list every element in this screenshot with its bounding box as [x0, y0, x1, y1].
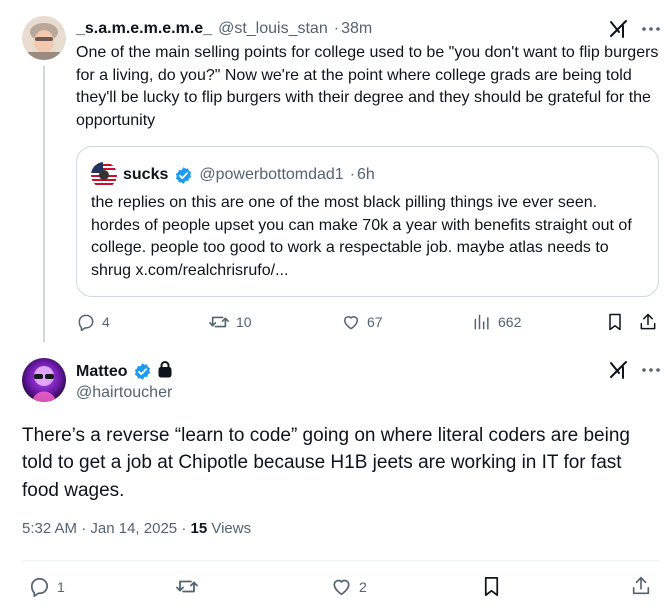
reply-button[interactable]: 4	[76, 312, 110, 332]
tweet-meta: 5:32 AM · Jan 14, 2025 · 15 Views	[22, 520, 251, 537]
repost-button[interactable]: 10	[208, 312, 252, 332]
quote-header: sucks @powerbottomdad1 · 6h	[91, 162, 375, 188]
more-icon[interactable]	[640, 18, 662, 40]
grok-icon[interactable]	[608, 359, 630, 381]
quoted-tweet-text: the replies on this are one of the most …	[91, 194, 632, 279]
bookmark-button[interactable]	[605, 312, 625, 332]
reply-count: 1	[57, 578, 65, 595]
reply-icon	[28, 575, 51, 598]
separator: ·	[181, 520, 187, 537]
handle: @powerbottomdad1	[199, 166, 344, 183]
views-icon	[472, 312, 492, 332]
like-icon	[341, 312, 361, 332]
divider	[22, 560, 659, 561]
timestamp: 6h	[357, 166, 375, 183]
reply-icon	[76, 312, 96, 332]
share-icon	[630, 575, 652, 597]
avatar	[91, 162, 117, 188]
repost-button[interactable]	[175, 575, 199, 598]
reply-button[interactable]: 1	[28, 575, 65, 598]
like-count: 67	[367, 314, 383, 330]
more-icon[interactable]	[640, 359, 662, 381]
repost-count: 10	[236, 314, 252, 330]
like-icon	[330, 575, 353, 598]
grok-icon[interactable]	[608, 18, 630, 40]
repost-icon	[175, 575, 199, 598]
display-name[interactable]: _s.a.m.e.m.e.m.e_	[76, 20, 212, 38]
tweet-text: There’s a reverse “learn to code” going …	[22, 425, 630, 501]
like-button[interactable]: 67	[341, 312, 383, 332]
tweet-text: One of the main selling points for colle…	[76, 44, 659, 129]
repost-icon	[208, 312, 230, 332]
bookmark-button[interactable]	[480, 575, 503, 598]
views-count: 662	[498, 314, 522, 330]
verified-badge-icon	[174, 166, 193, 185]
tweet-header: Matteo	[76, 360, 173, 383]
like-count: 2	[359, 578, 367, 595]
reply-count: 4	[102, 314, 110, 330]
share-icon	[638, 312, 658, 332]
share-button[interactable]	[638, 312, 658, 332]
timestamp[interactable]: 38m	[341, 20, 372, 38]
display-name[interactable]: Matteo	[76, 363, 128, 381]
handle[interactable]: @hairtoucher	[76, 384, 172, 402]
bookmark-icon	[605, 312, 625, 332]
views-count: 15	[190, 520, 208, 537]
avatar[interactable]	[22, 358, 66, 402]
separator: ·	[81, 520, 87, 537]
tweet-time[interactable]: 5:32 AM	[22, 520, 77, 537]
like-button[interactable]: 2	[330, 575, 367, 598]
handle[interactable]: @st_louis_stan	[218, 20, 328, 38]
tweet-header: _s.a.m.e.m.e.m.e_ @st_louis_stan · 38m	[76, 18, 372, 40]
tweet-date[interactable]: Jan 14, 2025	[90, 520, 177, 537]
display-name: sucks	[123, 166, 169, 183]
separator: ·	[333, 20, 340, 37]
verified-badge-icon	[133, 362, 152, 381]
avatar[interactable]	[22, 16, 66, 60]
views-button[interactable]: 662	[472, 312, 521, 332]
bookmark-icon	[480, 575, 503, 598]
views-label: Views	[211, 520, 252, 537]
separator: ·	[349, 166, 356, 183]
lock-icon	[157, 360, 173, 383]
quoted-tweet-card[interactable]: sucks @powerbottomdad1 · 6h the replies …	[76, 146, 659, 297]
thread-connector-line	[43, 66, 45, 342]
share-button[interactable]	[630, 575, 652, 597]
